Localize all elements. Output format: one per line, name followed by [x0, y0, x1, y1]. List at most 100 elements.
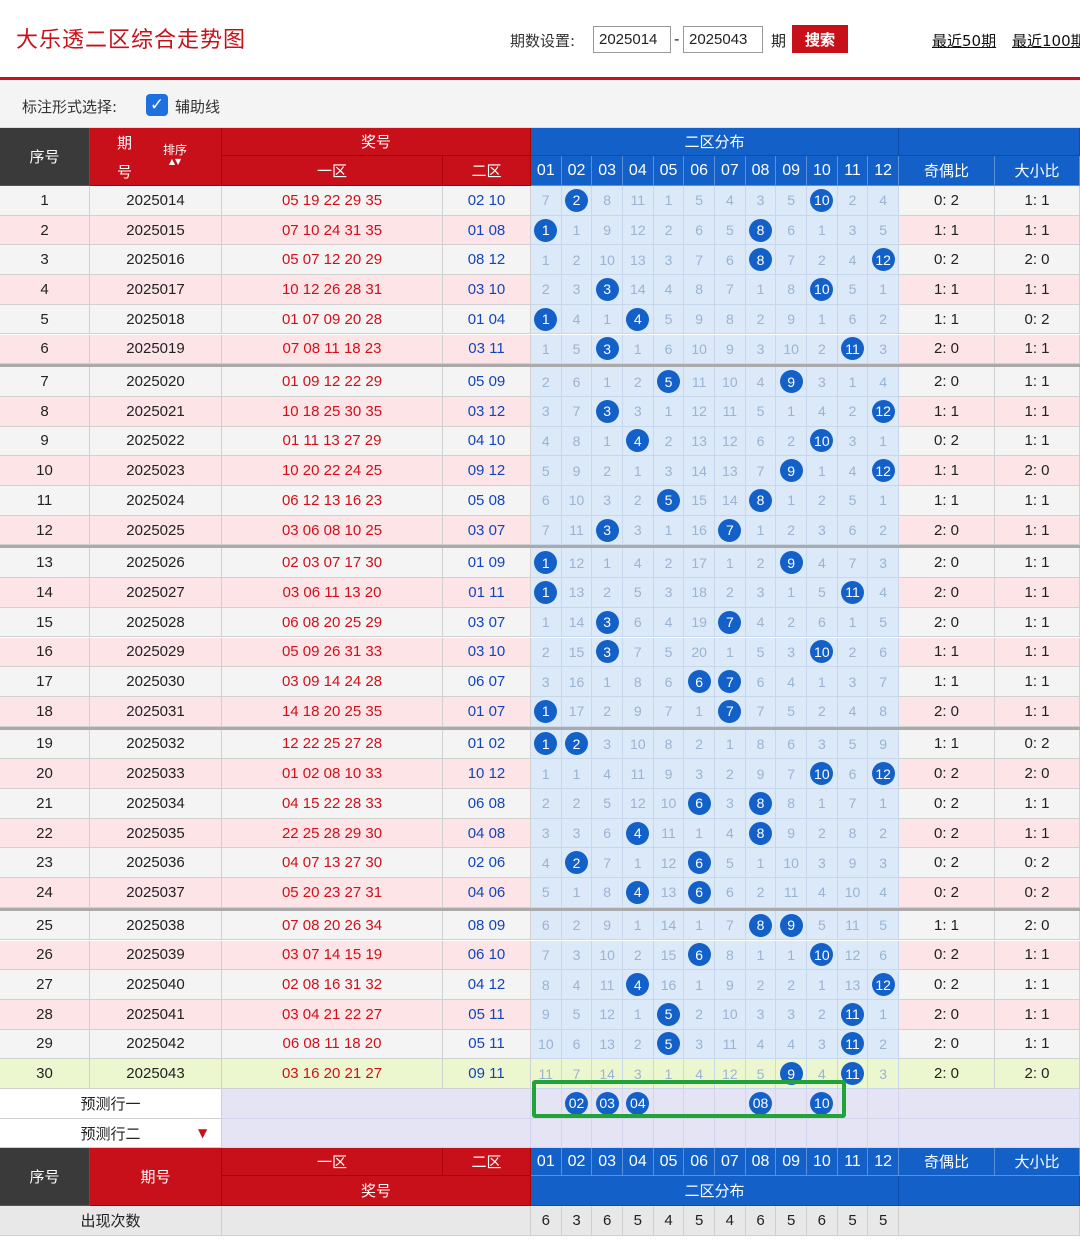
miss-cell: 1	[807, 667, 838, 697]
miss-cell: 1	[745, 848, 777, 879]
miss-cell: 4	[592, 759, 623, 789]
hit-ball: 8	[749, 248, 773, 272]
row-back-numbers: 09 11	[443, 1059, 531, 1089]
predict-cell[interactable]	[592, 1118, 623, 1149]
hit-ball: 4	[626, 429, 650, 453]
miss-cell: 5	[776, 186, 808, 216]
miss-cell: 3	[623, 396, 654, 427]
row-front-numbers: 14 18 20 25 35	[222, 696, 443, 727]
expand-arrow-icon[interactable]: ▼	[198, 1126, 207, 1140]
footer-num-09: 09	[776, 1148, 808, 1177]
hit-cell: 6	[684, 940, 715, 971]
row-front-numbers: 07 08 11 18 23	[222, 334, 443, 365]
hit-cell: 11	[837, 578, 869, 608]
predict-cell[interactable]	[715, 1118, 746, 1149]
predict-cell[interactable]	[684, 1118, 715, 1149]
row-back-numbers: 02 06	[443, 848, 531, 879]
miss-cell: 11	[653, 818, 685, 849]
row-big-small: 1: 1	[995, 367, 1080, 397]
miss-cell: 6	[776, 729, 808, 760]
hit-cell: 10	[807, 186, 838, 216]
row-seq: 1	[0, 186, 90, 216]
miss-cell: 2	[561, 789, 593, 819]
miss-cell: 8	[561, 426, 593, 457]
predict-cell[interactable]	[868, 1089, 900, 1119]
row-seq: 23	[0, 848, 90, 879]
row-front-numbers: 03 09 14 24 28	[222, 667, 443, 697]
miss-cell: 10	[531, 1029, 562, 1060]
recent-100-link[interactable]: 最近100期	[1012, 30, 1080, 51]
search-button[interactable]: 搜索	[792, 25, 848, 53]
predict-cell[interactable]	[623, 1118, 654, 1149]
miss-cell: 3	[776, 999, 808, 1030]
row-back-numbers: 01 08	[443, 215, 531, 246]
header-num-04: 04	[623, 156, 654, 186]
row-back-numbers: 01 11	[443, 578, 531, 608]
row-seq: 21	[0, 789, 90, 819]
predict-row-input[interactable]	[222, 1089, 531, 1119]
stats-blank	[222, 1206, 531, 1237]
predict-cell[interactable]	[807, 1118, 838, 1149]
row-back-numbers: 05 08	[443, 486, 531, 516]
predict-cell[interactable]	[531, 1118, 562, 1149]
guide-line-checkbox[interactable]: ✓	[146, 94, 168, 116]
row-odd-even: 2: 0	[899, 1059, 995, 1089]
miss-cell: 6	[592, 818, 623, 849]
row-odd-even: 2: 0	[899, 696, 995, 727]
predict-cell[interactable]	[868, 1118, 900, 1149]
miss-cell: 1	[592, 426, 623, 457]
miss-cell: 1	[807, 456, 838, 486]
row-odd-even: 2: 0	[899, 607, 995, 638]
miss-cell: 1	[807, 215, 838, 246]
row-issue: 2025034	[90, 789, 222, 819]
hit-cell: 10	[807, 426, 838, 457]
miss-cell: 15	[561, 637, 593, 668]
row-odd-even: 1: 1	[899, 729, 995, 760]
row-issue: 2025041	[90, 999, 222, 1030]
hit-cell: 4	[623, 970, 654, 1000]
row-front-numbers: 05 20 23 27 31	[222, 878, 443, 908]
row-back-numbers: 08 09	[443, 910, 531, 941]
row-big-small: 1: 1	[995, 1029, 1080, 1060]
miss-cell: 13	[592, 1029, 623, 1060]
row-back-numbers: 06 07	[443, 667, 531, 697]
miss-cell: 2	[623, 486, 654, 516]
miss-cell: 2	[837, 637, 869, 668]
footer-num-10: 10	[807, 1148, 838, 1177]
predict-row-input[interactable]	[222, 1118, 531, 1149]
miss-cell: 4	[745, 1029, 777, 1060]
row-front-numbers: 04 15 22 28 33	[222, 789, 443, 819]
footer-big-small: 大小比	[995, 1148, 1080, 1177]
row-big-small: 1: 1	[995, 486, 1080, 516]
row-seq: 10	[0, 456, 90, 486]
row-back-numbers: 02 10	[443, 186, 531, 216]
predict-cell[interactable]	[776, 1118, 808, 1149]
miss-cell: 2	[531, 275, 562, 305]
stats-count: 3	[561, 1206, 593, 1237]
recent-50-link[interactable]: 最近50期	[932, 30, 996, 51]
header-big-small: 大小比	[995, 156, 1080, 186]
predict-cell[interactable]	[561, 1118, 593, 1149]
miss-cell: 6	[561, 367, 593, 397]
hit-cell: 5	[653, 999, 685, 1030]
miss-cell: 8	[776, 275, 808, 305]
stats-count: 6	[745, 1206, 777, 1237]
footer-issue: 期号	[90, 1148, 222, 1207]
end-issue-input[interactable]	[683, 26, 763, 53]
row-front-numbers: 02 03 07 17 30	[222, 548, 443, 579]
start-issue-input[interactable]	[593, 26, 671, 53]
miss-cell: 7	[531, 515, 562, 546]
hit-ball: 6	[687, 880, 711, 904]
sort-button[interactable]: 排序 ▲▼	[158, 142, 192, 170]
row-seq: 14	[0, 578, 90, 608]
miss-cell: 3	[531, 667, 562, 697]
predict-cell[interactable]	[837, 1118, 869, 1149]
hit-cell: 8	[745, 789, 777, 819]
miss-cell: 1	[715, 548, 746, 579]
miss-cell: 5	[531, 456, 562, 486]
miss-cell: 11	[623, 186, 654, 216]
miss-cell: 1	[531, 759, 562, 789]
predict-cell[interactable]	[745, 1118, 777, 1149]
header-num-06: 06	[684, 156, 715, 186]
predict-cell[interactable]	[653, 1118, 685, 1149]
